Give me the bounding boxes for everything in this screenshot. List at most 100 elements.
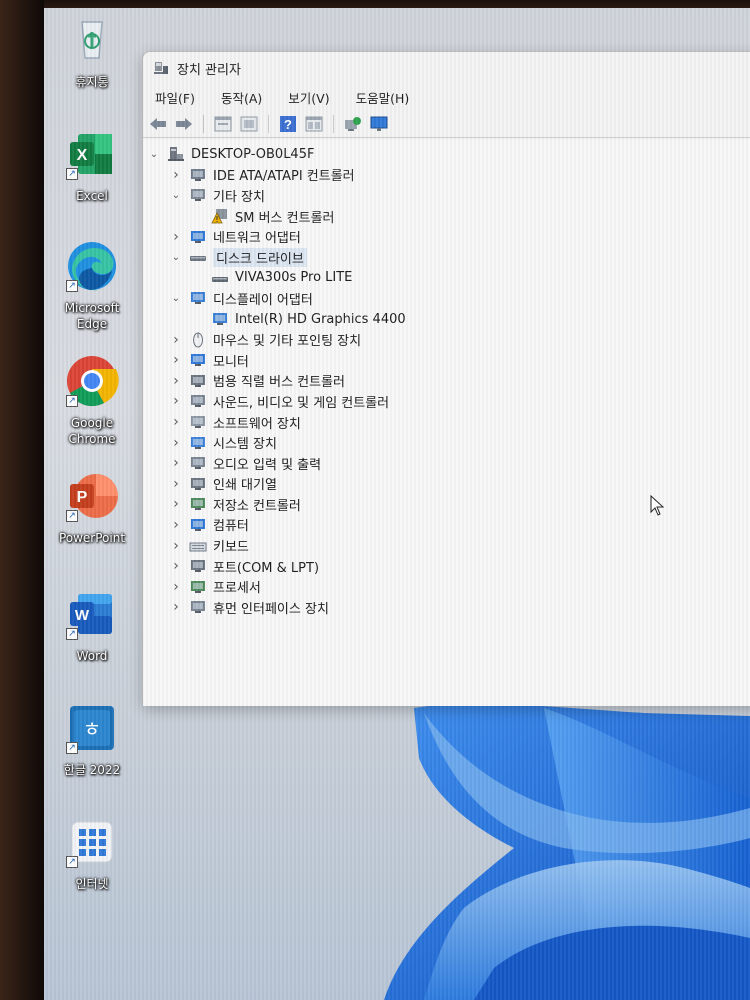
help-icon: ? xyxy=(280,115,296,132)
tree-node[interactable]: › 프로세서 xyxy=(143,576,750,597)
chevron-right-icon[interactable]: › xyxy=(169,579,183,595)
shortcut-arrow-icon: ↗ xyxy=(66,280,78,292)
desktop-icon-edge[interactable]: ↗ Microsoft Edge xyxy=(50,238,134,332)
forward-button[interactable] xyxy=(173,113,195,135)
back-icon xyxy=(150,117,166,130)
tree-node-label: VIVA300s Pro LITE xyxy=(235,270,353,286)
monitor-button[interactable] xyxy=(368,113,390,135)
menu-view[interactable]: 보기(V) xyxy=(284,88,339,107)
menu-file[interactable]: 파일(F) xyxy=(151,88,205,107)
chevron-right-icon[interactable]: › xyxy=(169,517,183,533)
tree-node[interactable]: ⌄ 디스크 드라이브 xyxy=(143,247,750,268)
chevron-right-icon[interactable]: › xyxy=(169,476,183,492)
shortcut-arrow-icon: ↗ xyxy=(66,742,78,754)
tree-node[interactable]: › 포트(COM & LPT) xyxy=(143,556,750,577)
svg-text:P: P xyxy=(77,489,88,506)
disk-drive-icon xyxy=(189,249,207,265)
computer-icon xyxy=(189,517,207,533)
tree-node[interactable]: ⌄ 기타 장치 xyxy=(143,185,750,206)
tree-node[interactable]: VIVA300s Pro LITE xyxy=(143,268,750,289)
desktop-icon-label: 휴지통 xyxy=(75,75,109,89)
chevron-down-icon[interactable]: ⌄ xyxy=(169,188,183,202)
tree-node[interactable]: SM 버스 컨트롤러 xyxy=(143,206,750,227)
tree-node-label: 마우스 및 기타 포인팅 장치 xyxy=(213,334,362,350)
device-manager-window[interactable]: 장치 관리자 파일(F) 동작(A) 보기(V) 도움말(H) ? ⌄ DESK… xyxy=(142,51,750,706)
chevron-right-icon[interactable]: › xyxy=(169,167,183,183)
tree-node-label: 범용 직렬 버스 컨트롤러 xyxy=(213,375,345,391)
help-button[interactable]: ? xyxy=(277,113,299,135)
tree-node[interactable]: Intel(R) HD Graphics 4400 xyxy=(143,309,750,330)
tree-node-label: 인쇄 대기열 xyxy=(213,478,277,494)
toolbar-separator xyxy=(268,114,269,133)
chevron-right-icon[interactable]: › xyxy=(169,332,183,348)
desktop-icon-chrome[interactable]: ↗ Google Chrome xyxy=(50,353,134,447)
tree-node[interactable]: › 오디오 입력 및 출력 xyxy=(143,453,750,474)
chevron-down-icon[interactable]: ⌄ xyxy=(147,147,161,161)
tree-node[interactable]: › 컴퓨터 xyxy=(143,515,750,536)
window-title: 장치 관리자 xyxy=(177,62,241,78)
chevron-right-icon[interactable]: › xyxy=(169,229,183,245)
chevron-right-icon[interactable]: › xyxy=(169,435,183,451)
desktop-icon-hangul[interactable]: ㅎ ↗ 한글 2022 xyxy=(50,700,134,778)
title-bar[interactable]: 장치 관리자 xyxy=(143,52,750,84)
tree-node-label: 소프트웨어 장치 xyxy=(213,416,301,432)
powerpoint-icon: P ↗ xyxy=(64,468,120,524)
tree-root[interactable]: ⌄ DESKTOP-OB0L45F xyxy=(143,144,750,165)
tree-node[interactable]: › 키보드 xyxy=(143,535,750,556)
chevron-down-icon[interactable]: ⌄ xyxy=(169,291,183,305)
desktop-icon-recycle-bin[interactable]: 휴지통 xyxy=(50,12,134,90)
tree-root-label: DESKTOP-OB0L45F xyxy=(191,146,315,162)
tree-node-label: 디스플레이 어댑터 xyxy=(213,292,313,308)
chevron-down-icon[interactable]: ⌄ xyxy=(169,250,183,264)
shortcut-arrow-icon: ↗ xyxy=(66,168,78,180)
tree-node[interactable]: › 소프트웨어 장치 xyxy=(143,412,750,433)
toolbar-separator xyxy=(203,114,204,133)
chevron-right-icon[interactable]: › xyxy=(169,455,183,471)
tree-node[interactable]: › 사운드, 비디오 및 게임 컨트롤러 xyxy=(143,391,750,412)
tree-node[interactable]: › 휴먼 인터페이스 장치 xyxy=(143,597,750,618)
scan-hardware-icon xyxy=(345,116,361,131)
chevron-right-icon[interactable]: › xyxy=(169,373,183,389)
chevron-right-icon[interactable]: › xyxy=(169,496,183,512)
tree-node-label: 시스템 장치 xyxy=(213,437,277,453)
excel-icon: X ↗ xyxy=(64,126,120,182)
tree-node[interactable]: › 범용 직렬 버스 컨트롤러 xyxy=(143,371,750,392)
chevron-right-icon[interactable]: › xyxy=(169,352,183,368)
tree-node-label: IDE ATA/ATAPI 컨트롤러 xyxy=(213,169,355,185)
menu-help[interactable]: 도움말(H) xyxy=(352,88,420,107)
tree-node[interactable]: › IDE ATA/ATAPI 컨트롤러 xyxy=(143,165,750,186)
desktop-icon-internet[interactable]: ↗ 인터넷 xyxy=(50,814,134,892)
chevron-right-icon[interactable]: › xyxy=(169,599,183,615)
tree-node[interactable]: › 마우스 및 기타 포인팅 장치 xyxy=(143,329,750,350)
word-icon: W ↗ xyxy=(64,586,120,642)
chevron-right-icon[interactable]: › xyxy=(169,538,183,554)
menu-action[interactable]: 동작(A) xyxy=(217,88,272,107)
internet-apps-icon: ↗ xyxy=(64,814,120,870)
properties-button[interactable] xyxy=(212,113,234,135)
mouse-cursor-icon xyxy=(650,495,665,516)
desktop-icon-excel[interactable]: X ↗ Excel xyxy=(50,126,134,204)
device-tree[interactable]: ⌄ DESKTOP-OB0L45F › IDE ATA/ATAPI 컨트롤러 ⌄ 기타… xyxy=(143,140,750,706)
network-adapter-icon xyxy=(189,229,207,245)
svg-text:ㅎ: ㅎ xyxy=(83,717,101,741)
tree-node[interactable]: › 모니터 xyxy=(143,350,750,371)
tree-node[interactable]: › 시스템 장치 xyxy=(143,432,750,453)
tree-node-label: 디스크 드라이브 xyxy=(213,247,307,267)
chevron-right-icon[interactable]: › xyxy=(169,414,183,430)
desktop-icon-word[interactable]: W ↗ Word xyxy=(50,586,134,664)
tree-node-label: 프로세서 xyxy=(213,581,261,597)
tree-node[interactable]: ⌄ 디스플레이 어댑터 xyxy=(143,288,750,309)
chevron-right-icon[interactable]: › xyxy=(169,558,183,574)
tree-node[interactable]: › 인쇄 대기열 xyxy=(143,474,750,495)
desktop-icon-powerpoint[interactable]: P ↗ PowerPoint xyxy=(50,468,134,546)
tree-node[interactable]: › 네트워크 어댑터 xyxy=(143,226,750,247)
show-hidden-button[interactable] xyxy=(303,113,325,135)
scan-hardware-button[interactable] xyxy=(342,113,364,135)
processor-icon xyxy=(189,579,207,595)
mouse-icon xyxy=(189,332,207,348)
back-button[interactable] xyxy=(147,113,169,135)
chevron-right-icon[interactable]: › xyxy=(169,393,183,409)
view-button[interactable] xyxy=(238,113,260,135)
port-icon xyxy=(189,558,207,574)
